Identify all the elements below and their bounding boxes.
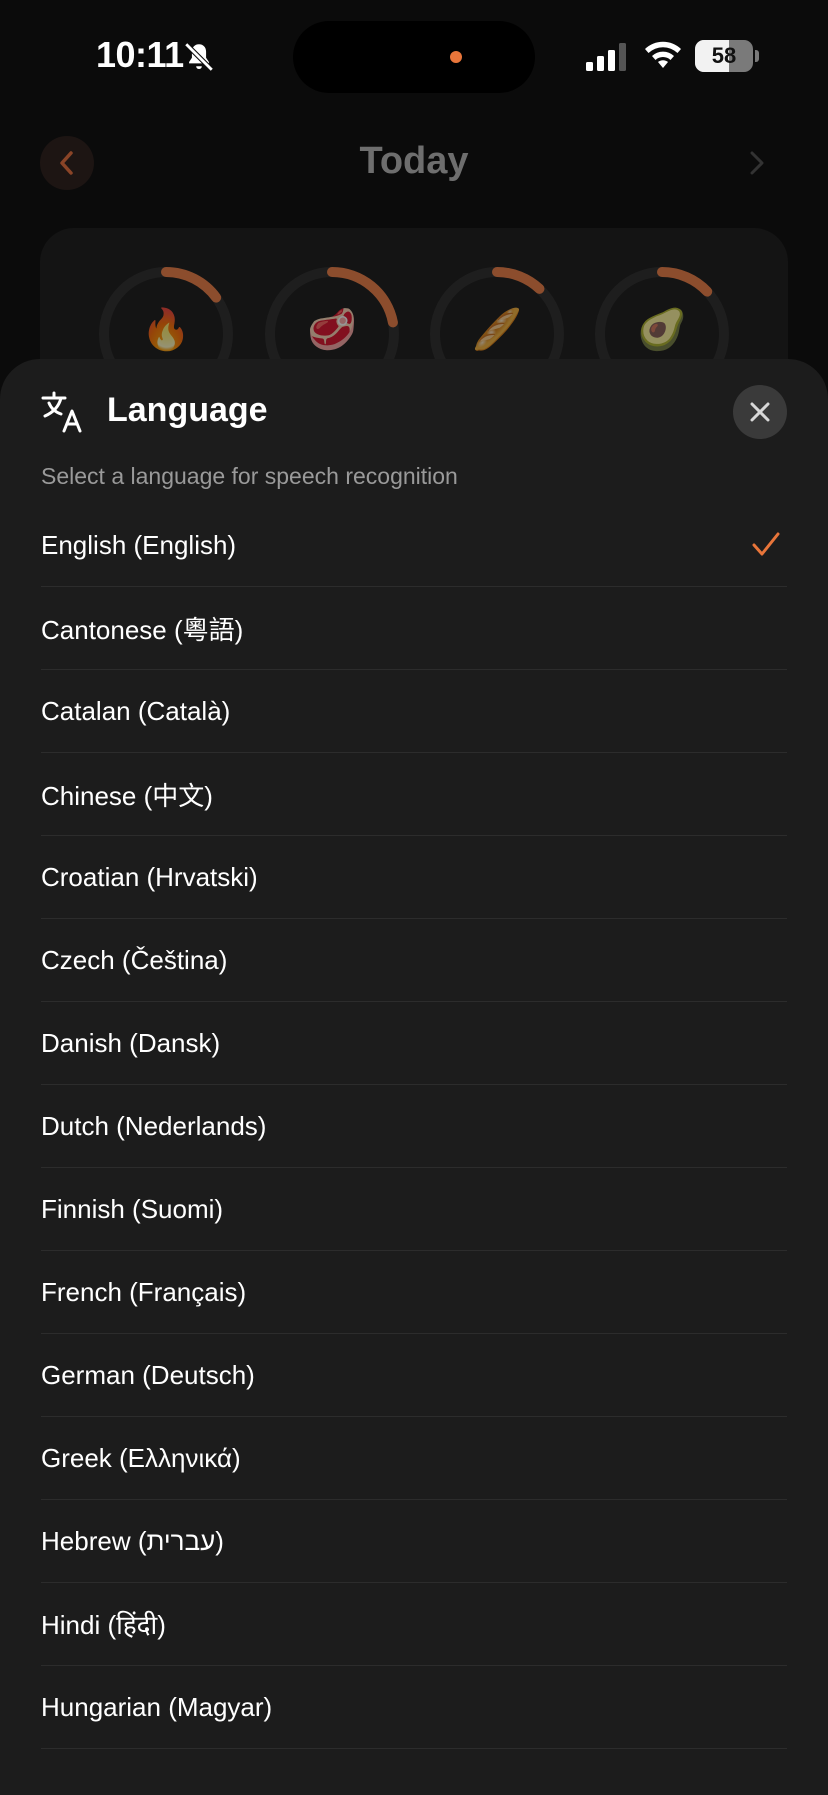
checkmark-icon xyxy=(752,532,780,556)
language-option-label: Chinese (中文) xyxy=(41,780,213,811)
sheet-title: Language xyxy=(107,391,268,429)
language-option-label: Cantonese (粵語) xyxy=(41,614,244,645)
wifi-icon xyxy=(645,41,681,68)
language-sheet: Language Select a language for speech re… xyxy=(0,359,828,1795)
steak-icon: 🥩 xyxy=(307,308,357,352)
page-title: Today xyxy=(359,140,469,182)
language-option[interactable]: Chinese (中文) xyxy=(41,753,787,836)
language-option-label: Czech (Čeština) xyxy=(41,944,228,975)
language-list: English (English) Cantonese (粵語) Catalan (… xyxy=(41,504,787,1749)
sheet-subtitle: Select a language for speech recognition xyxy=(41,463,458,489)
language-option[interactable]: Hebrew (עברית) xyxy=(41,1500,787,1583)
battery-icon: 58 xyxy=(695,40,753,72)
language-option[interactable]: Czech (Čeština) xyxy=(41,919,787,1002)
chevron-right-icon[interactable] xyxy=(742,148,772,178)
battery-percentage: 58 xyxy=(711,43,737,68)
fire-icon: 🔥 xyxy=(141,308,191,352)
translate-icon xyxy=(41,391,82,433)
cellular-signal-icon xyxy=(586,43,626,71)
language-option-label: French (Français) xyxy=(41,1276,247,1307)
dynamic-island xyxy=(293,21,535,93)
status-time: 10:11 xyxy=(96,34,184,75)
language-option-label: Catalan (Català) xyxy=(41,695,231,726)
language-option[interactable]: German (Deutsch) xyxy=(41,1334,787,1417)
language-option-label: German (Deutsch) xyxy=(41,1359,255,1390)
status-bar: 10:11 58 xyxy=(0,0,828,110)
language-option-label: Hindi (हिंदी) xyxy=(41,1610,166,1640)
avocado-icon: 🥑 xyxy=(637,308,687,352)
language-option[interactable]: Hungarian (Magyar) xyxy=(41,1666,787,1749)
language-option[interactable]: French (Français) xyxy=(41,1251,787,1334)
battery-tip xyxy=(755,50,759,62)
language-option-label: English (English) xyxy=(41,529,237,560)
close-icon xyxy=(750,402,770,422)
language-option-label: Dutch (Nederlands) xyxy=(41,1110,267,1141)
language-option[interactable]: Finnish (Suomi) xyxy=(41,1168,787,1251)
language-option[interactable]: Danish (Dansk) xyxy=(41,1002,787,1085)
close-button[interactable] xyxy=(733,385,787,439)
language-option[interactable]: Catalan (Català) xyxy=(41,670,787,753)
language-option-label: Hungarian (Magyar) xyxy=(41,1691,273,1722)
bell-slash-icon xyxy=(184,42,214,72)
language-option[interactable]: Greek (Ελληνικά) xyxy=(41,1417,787,1500)
language-option-label: Finnish (Suomi) xyxy=(41,1193,224,1224)
language-option[interactable]: English (English) xyxy=(41,504,787,587)
language-option[interactable]: Hindi (हिंदी) xyxy=(41,1583,787,1666)
bread-icon: 🥖 xyxy=(472,308,522,352)
language-option-label: Hebrew (עברית) xyxy=(41,1525,224,1556)
language-option[interactable]: Dutch (Nederlands) xyxy=(41,1085,787,1168)
recording-indicator-icon xyxy=(450,51,462,63)
day-header: Today xyxy=(0,130,828,200)
language-option[interactable]: Croatian (Hrvatski) xyxy=(41,836,787,919)
language-option-label: Croatian (Hrvatski) xyxy=(41,861,258,892)
language-option-label: Greek (Ελληνικά) xyxy=(41,1442,241,1473)
language-option[interactable]: Cantonese (粵語) xyxy=(41,587,787,670)
language-option-label: Danish (Dansk) xyxy=(41,1027,221,1058)
